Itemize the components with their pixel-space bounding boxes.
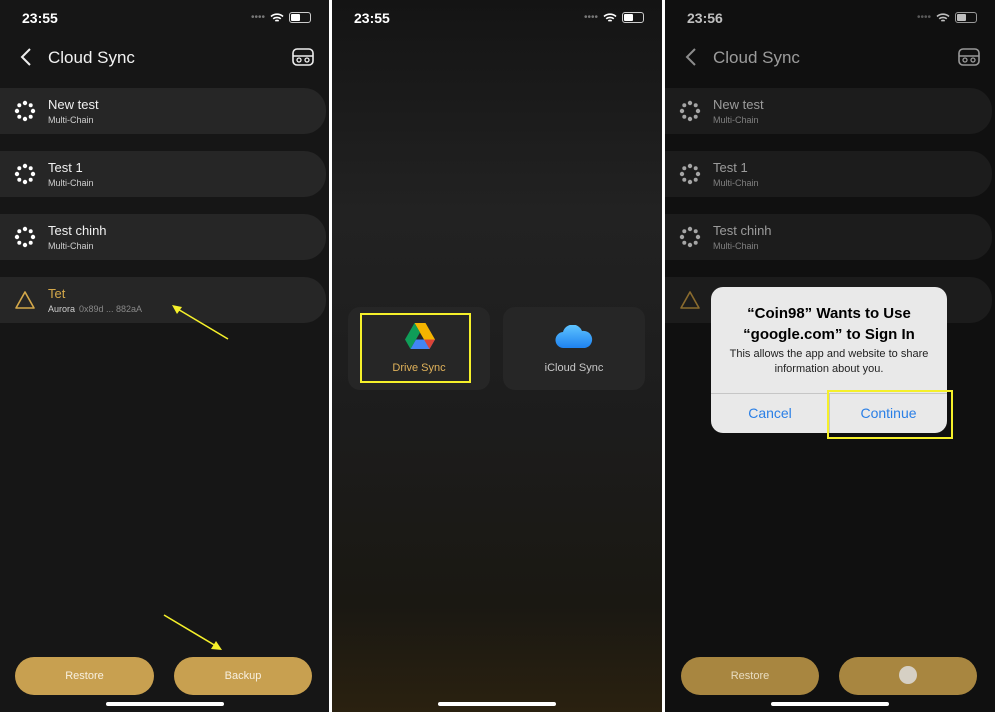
icloud-sync-label: iCloud Sync bbox=[544, 362, 604, 374]
screen-cloud-sync-list: 23:55 •••• Cloud Sync New test Multi-Cha… bbox=[0, 0, 329, 712]
status-bar: 23:55 •••• bbox=[332, 0, 662, 36]
battery-icon bbox=[622, 12, 644, 23]
wallet-chain: Multi-Chain bbox=[48, 241, 94, 251]
home-indicator bbox=[105, 702, 224, 706]
wallet-row[interactable]: Test 1 Multi-Chain bbox=[0, 151, 326, 197]
back-icon[interactable] bbox=[16, 46, 38, 68]
wallet-chain: Multi-Chain bbox=[48, 115, 94, 125]
wallet-row[interactable]: New test Multi-Chain bbox=[0, 88, 326, 134]
cloud-device-icon[interactable] bbox=[291, 46, 315, 68]
wallet-dots-icon bbox=[14, 100, 36, 122]
restore-button[interactable]: Restore bbox=[15, 657, 154, 695]
header: Cloud Sync bbox=[0, 40, 329, 76]
icloud-icon bbox=[555, 325, 593, 349]
wallet-address: 0x89d ... 882aA bbox=[79, 304, 143, 314]
wallet-chain: Aurora 0x89d ... 882aA bbox=[48, 304, 143, 314]
cancel-button[interactable]: Cancel bbox=[711, 394, 829, 433]
wallet-row[interactable]: Test chinh Multi-Chain bbox=[0, 214, 326, 260]
status-time: 23:55 bbox=[22, 10, 58, 26]
restore-button[interactable]: Restore bbox=[681, 657, 819, 695]
warning-triangle-icon bbox=[15, 291, 35, 309]
status-bar: 23:55 •••• bbox=[0, 0, 329, 36]
wifi-icon bbox=[270, 12, 284, 22]
alert-title: “Coin98” Wants to Use “google.com” to Si… bbox=[743, 305, 915, 343]
highlight-box bbox=[827, 390, 953, 439]
screen-sync-method: 23:55 •••• Drive Sync iCloud Sync bbox=[332, 0, 662, 712]
screen-sign-in-alert: 23:56 •••• Cloud Sync New test Multi-Cha… bbox=[665, 0, 995, 712]
wallet-name: Test chinh bbox=[48, 223, 107, 238]
icloud-sync-card[interactable]: iCloud Sync bbox=[503, 307, 645, 390]
status-time: 23:55 bbox=[354, 10, 390, 26]
wallet-name: New test bbox=[48, 97, 99, 112]
wallet-row-pending[interactable]: Tet Aurora 0x89d ... 882aA bbox=[0, 277, 326, 323]
wallet-chain: Multi-Chain bbox=[48, 178, 94, 188]
battery-icon bbox=[289, 12, 311, 23]
highlight-box bbox=[360, 313, 471, 383]
loading-spinner-icon bbox=[899, 666, 917, 685]
backup-button-loading[interactable] bbox=[839, 657, 977, 695]
wifi-icon bbox=[603, 12, 617, 22]
backup-button[interactable]: Backup bbox=[174, 657, 312, 695]
annotation-arrow bbox=[172, 305, 229, 340]
signal-icon: •••• bbox=[583, 12, 598, 23]
home-indicator bbox=[438, 702, 556, 706]
home-indicator bbox=[771, 702, 889, 706]
wallet-name: Test 1 bbox=[48, 160, 83, 175]
annotation-arrow bbox=[163, 614, 222, 650]
signal-icon: •••• bbox=[250, 12, 265, 23]
wallet-dots-icon bbox=[14, 163, 36, 185]
wallet-name: Tet bbox=[48, 286, 66, 301]
alert-message: This allows the app and website to share… bbox=[729, 348, 929, 375]
wallet-dots-icon bbox=[14, 226, 36, 248]
page-title: Cloud Sync bbox=[48, 48, 135, 67]
